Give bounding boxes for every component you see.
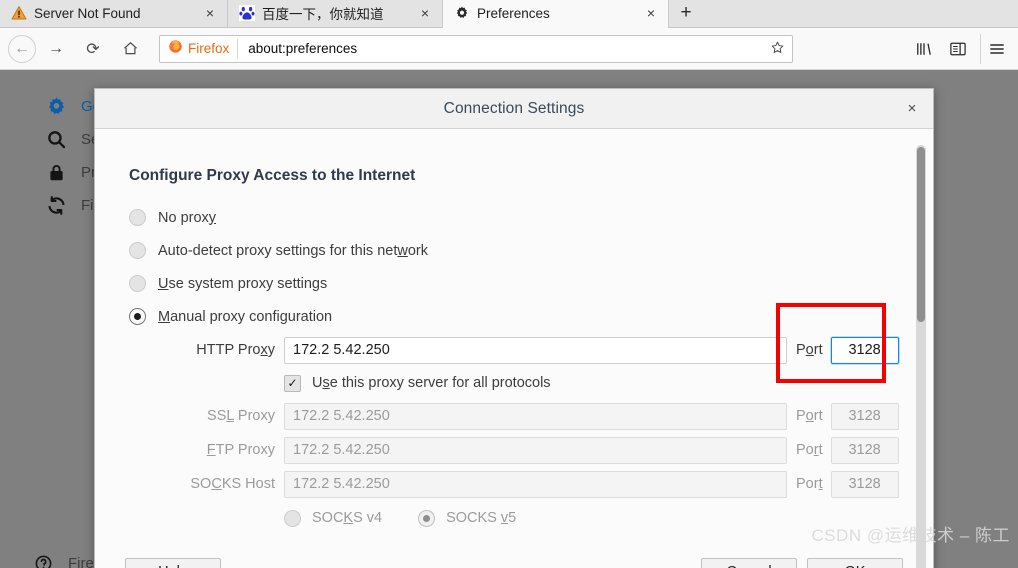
- baidu-icon: [239, 5, 255, 21]
- tab-server-not-found[interactable]: Server Not Found ×: [0, 0, 228, 27]
- checkbox-label: Use this proxy server for all protocols: [312, 375, 551, 391]
- cancel-button[interactable]: Cancel: [701, 557, 797, 568]
- section-heading: Configure Proxy Access to the Internet: [129, 167, 416, 184]
- ftp-port-input[interactable]: 3128: [830, 436, 899, 464]
- ssl-port-label: Port: [796, 408, 823, 424]
- radio-no-proxy[interactable]: No proxy: [129, 201, 933, 234]
- socks-host-row: SOCKS Host 172.2 5.42.250 Port 3128: [129, 467, 933, 501]
- warning-icon: [11, 5, 27, 21]
- ssl-port-input[interactable]: 3128: [830, 402, 899, 430]
- tab-strip: Server Not Found × 百度一下，你就知道 × Preferenc…: [0, 0, 1018, 28]
- home-button-icon[interactable]: [113, 32, 147, 66]
- ssl-proxy-row: SSL Proxy 172.2 5.42.250 Port 3128: [129, 399, 933, 433]
- ok-button[interactable]: OK: [807, 557, 903, 568]
- socks-host-label: SOCKS Host: [190, 476, 275, 492]
- navigation-toolbar: ← → ⟳ Firefox about:preferences: [0, 28, 1018, 70]
- tab-title: Server Not Found: [34, 5, 141, 21]
- radio-label: Manual proxy configuration: [158, 308, 333, 325]
- help-circle-icon: [32, 552, 54, 568]
- ftp-proxy-row: FTP Proxy 172.2 5.42.250 Port 3128: [129, 433, 933, 467]
- dialog-scrollbar-thumb[interactable]: [917, 147, 925, 322]
- socks-port-input[interactable]: 3128: [830, 470, 899, 498]
- tab-close-icon[interactable]: ×: [202, 5, 218, 21]
- library-icon[interactable]: [908, 34, 940, 64]
- tab-preferences[interactable]: Preferences ×: [443, 0, 669, 28]
- http-port-input[interactable]: 3128: [830, 336, 899, 364]
- reload-button-icon[interactable]: ⟳: [76, 32, 110, 66]
- ssl-proxy-input[interactable]: 172.2 5.42.250: [284, 402, 787, 430]
- hamburger-menu-icon[interactable]: [980, 33, 1012, 64]
- radio-manual-proxy[interactable]: Manual proxy configuration: [129, 300, 933, 333]
- socks-port-label: Port: [796, 476, 823, 492]
- http-proxy-row: HTTP Proxy 172.2 5.42.250 Port 3128: [129, 333, 933, 367]
- gear-icon: [45, 96, 67, 118]
- radio-label: Auto-detect proxy settings for this netw…: [158, 242, 429, 259]
- gear-icon: [454, 5, 470, 21]
- dialog-scrollbar[interactable]: [916, 145, 926, 568]
- http-port-label: Port: [796, 342, 823, 358]
- tab-baidu[interactable]: 百度一下，你就知道 ×: [228, 0, 443, 27]
- star-icon[interactable]: [768, 40, 786, 58]
- url-text[interactable]: about:preferences: [238, 41, 768, 56]
- sidebar-icon[interactable]: [942, 34, 974, 64]
- toolbar-right-group: [908, 33, 1018, 64]
- radio-indicator: [129, 308, 146, 325]
- forward-button-icon[interactable]: →: [39, 32, 73, 66]
- help-button[interactable]: Help: [125, 557, 221, 568]
- http-proxy-label: HTTP Proxy: [196, 342, 275, 358]
- firefox-logo-icon: [168, 39, 183, 59]
- tab-title: 百度一下，你就知道: [262, 7, 384, 22]
- radio-socks-v4-indicator[interactable]: [284, 509, 301, 527]
- tab-close-icon[interactable]: ×: [643, 5, 659, 21]
- radio-indicator: [129, 275, 146, 292]
- checkbox-indicator: ✓: [284, 374, 301, 392]
- watermark-text: CSDN @运维技术 – 陈工: [811, 526, 1010, 545]
- identity-label: Firefox: [188, 41, 230, 56]
- radio-indicator: [129, 209, 146, 226]
- lock-icon: [45, 162, 67, 184]
- dialog-footer: Help Cancel OK: [95, 548, 933, 568]
- radio-socks-v4-label: SOCKS v4: [312, 510, 383, 526]
- dialog-title: Connection Settings: [443, 99, 585, 117]
- back-button-icon[interactable]: ←: [8, 34, 36, 63]
- radio-auto-detect[interactable]: Auto-detect proxy settings for this netw…: [129, 234, 933, 267]
- radio-system-proxy[interactable]: Use system proxy settings: [129, 267, 933, 300]
- http-proxy-input[interactable]: 172.2 5.42.250: [284, 336, 787, 364]
- radio-label: No proxy: [158, 209, 217, 226]
- radio-socks-v5-indicator[interactable]: [418, 509, 436, 527]
- ftp-port-label: Port: [796, 442, 823, 458]
- identity-box[interactable]: Firefox: [164, 38, 239, 59]
- radio-socks-v5-label: SOCKS v5: [446, 510, 517, 526]
- close-icon[interactable]: ×: [903, 100, 921, 118]
- radio-indicator: [129, 242, 146, 259]
- dialog-footer-right: Cancel OK: [701, 557, 903, 568]
- tab-close-icon[interactable]: ×: [417, 5, 433, 21]
- new-tab-button[interactable]: +: [669, 0, 703, 27]
- connection-settings-dialog: Connection Settings × Configure Proxy Ac…: [94, 88, 934, 568]
- dialog-body: Configure Proxy Access to the Internet N…: [95, 129, 933, 568]
- browser-window: Server Not Found × 百度一下，你就知道 × Preferenc…: [0, 0, 1018, 568]
- ftp-proxy-label: FTP Proxy: [206, 442, 275, 458]
- sync-icon: [45, 195, 67, 217]
- use-for-all-protocols-checkbox[interactable]: ✓ Use this proxy server for all protocol…: [284, 367, 933, 399]
- ftp-proxy-input[interactable]: 172.2 5.42.250: [284, 436, 787, 464]
- socks-host-input[interactable]: 172.2 5.42.250: [284, 470, 787, 498]
- ssl-proxy-label: SSL Proxy: [207, 408, 275, 424]
- dialog-titlebar: Connection Settings ×: [95, 89, 933, 129]
- search-icon: [45, 129, 67, 151]
- address-bar[interactable]: Firefox about:preferences: [159, 34, 793, 63]
- tab-title: Preferences: [477, 5, 550, 21]
- radio-label: Use system proxy settings: [158, 275, 328, 292]
